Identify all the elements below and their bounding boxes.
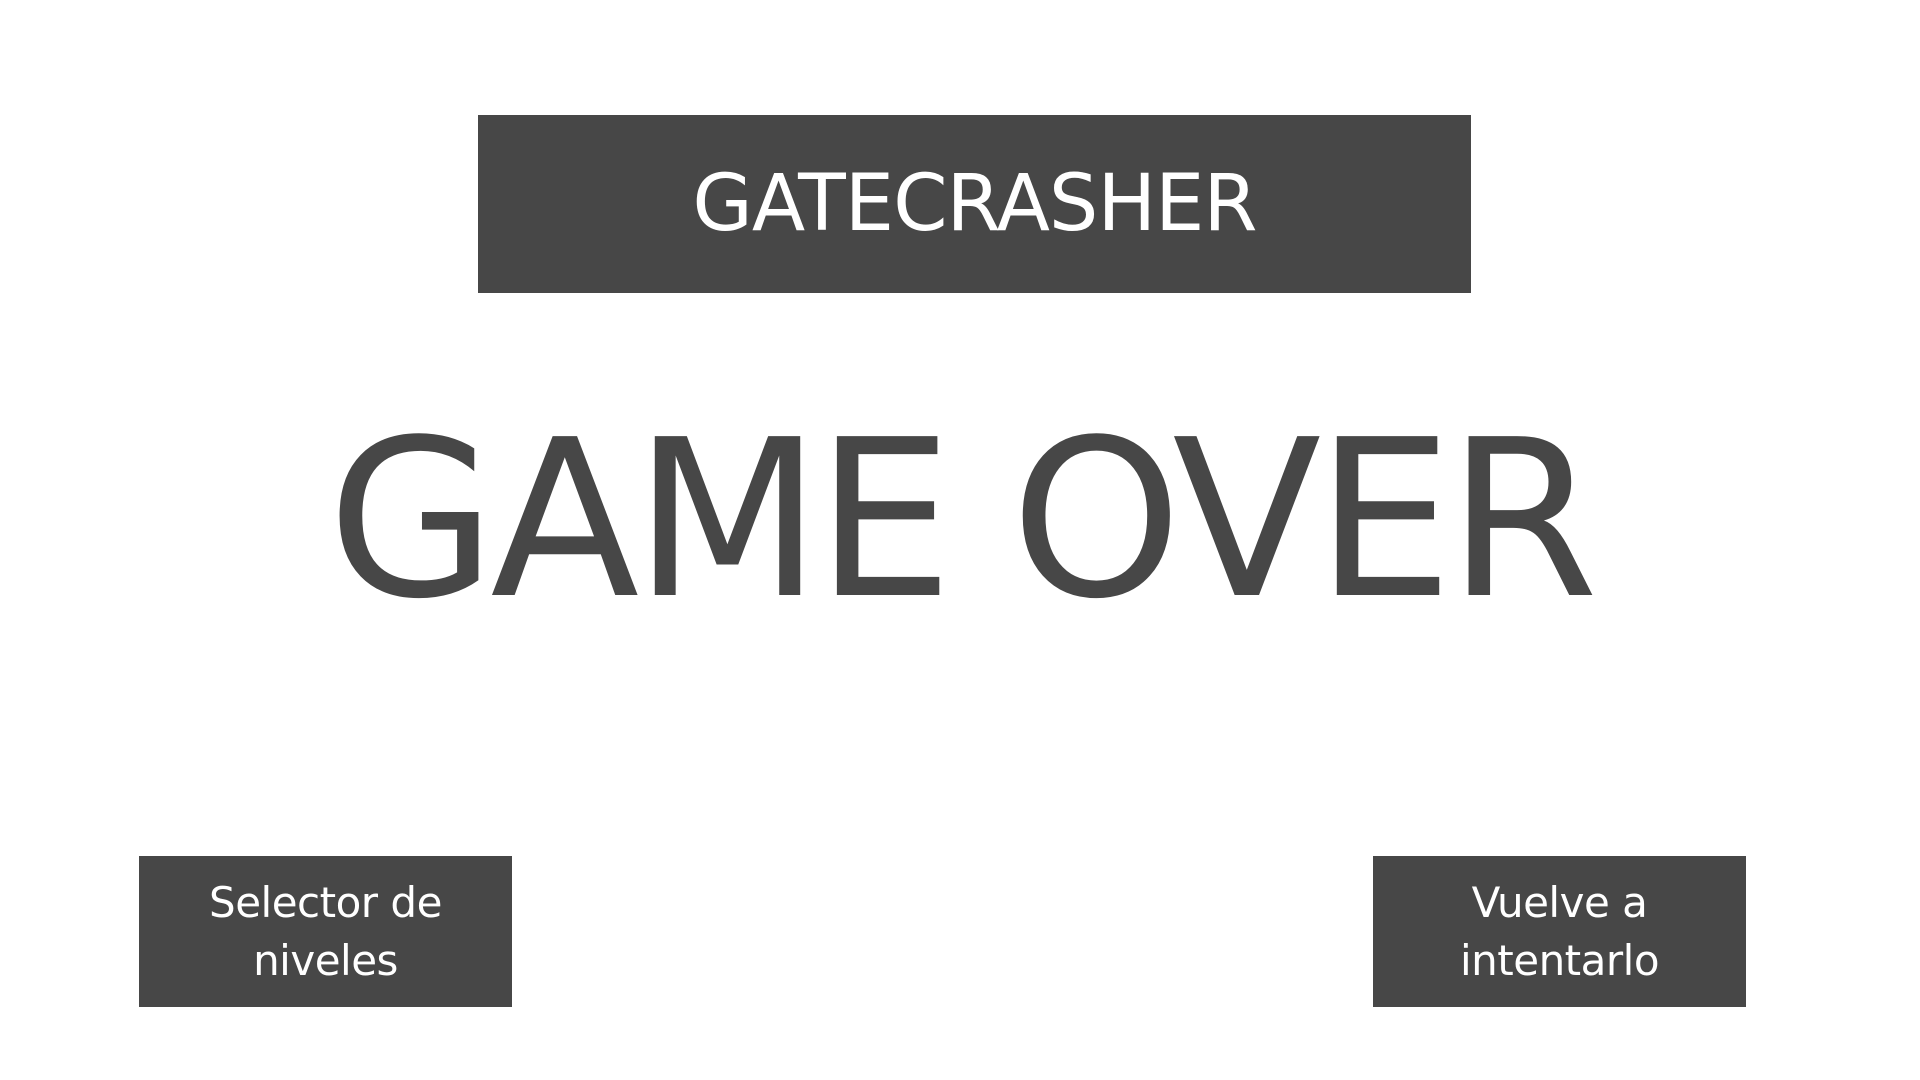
level-selector-button[interactable]: Selector de niveles (139, 856, 512, 1007)
level-selector-label: Selector de niveles (209, 877, 442, 985)
game-title: GATECRASHER (692, 159, 1257, 249)
title-banner: GATECRASHER (478, 115, 1471, 293)
retry-label: Vuelve a intentarlo (1459, 877, 1660, 985)
retry-button[interactable]: Vuelve a intentarlo (1373, 856, 1746, 1007)
game-over-heading: GAME OVER (327, 393, 1598, 647)
